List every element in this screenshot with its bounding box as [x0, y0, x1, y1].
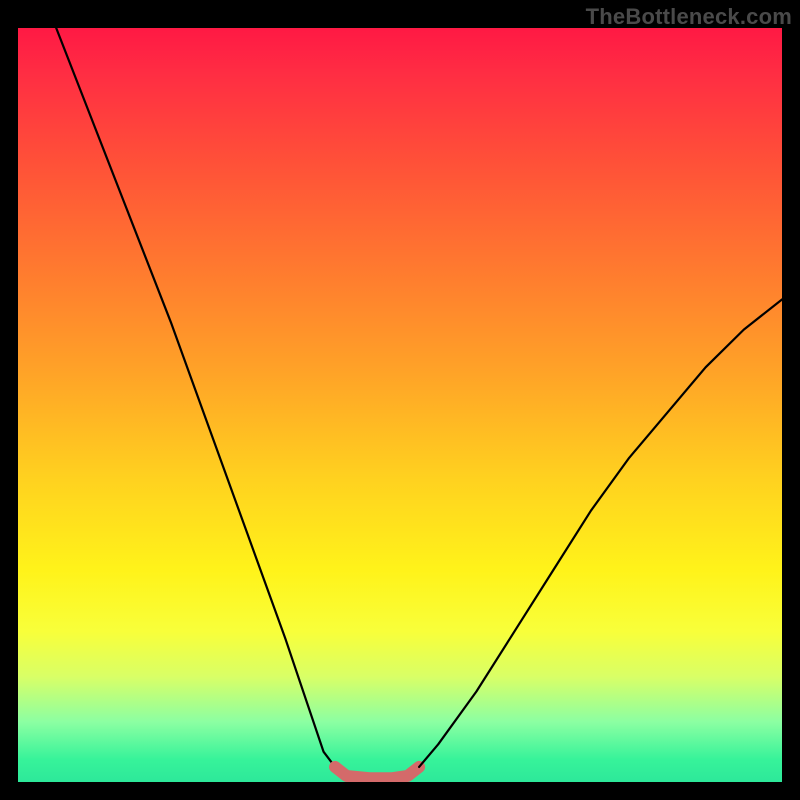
curve-overlay [18, 28, 782, 782]
curve-left [56, 28, 335, 767]
curve-bottom [335, 767, 419, 778]
watermark-text: TheBottleneck.com [586, 4, 792, 30]
plot-area [18, 28, 782, 782]
curve-right [419, 299, 782, 766]
chart-frame: TheBottleneck.com [0, 0, 800, 800]
